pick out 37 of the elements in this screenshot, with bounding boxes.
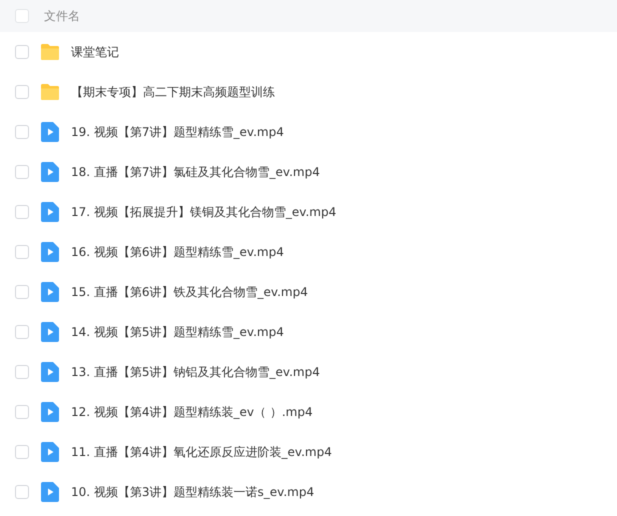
- video-file-icon: [41, 282, 59, 302]
- checkbox[interactable]: [15, 245, 29, 259]
- checkbox[interactable]: [15, 325, 29, 339]
- checkbox[interactable]: [15, 125, 29, 139]
- file-name[interactable]: 13. 直播【第5讲】钠铝及其化合物雪_ev.mp4: [71, 364, 320, 380]
- folder-icon: [40, 43, 60, 61]
- checkbox[interactable]: [15, 365, 29, 379]
- checkbox[interactable]: [15, 205, 29, 219]
- checkbox[interactable]: [15, 9, 29, 23]
- file-name[interactable]: 10. 视频【第3讲】题型精练装一诺s_ev.mp4: [71, 484, 314, 500]
- file-name[interactable]: 课堂笔记: [71, 44, 119, 60]
- video-file-icon: [41, 442, 59, 462]
- file-name[interactable]: 【期末专项】高二下期末高频题型训练: [71, 84, 275, 100]
- video-file-icon: [41, 402, 59, 422]
- checkbox[interactable]: [15, 45, 29, 59]
- folder-icon: [40, 83, 60, 101]
- video-file-icon: [41, 202, 59, 222]
- checkbox[interactable]: [15, 165, 29, 179]
- video-file-icon: [41, 362, 59, 382]
- checkbox[interactable]: [15, 485, 29, 499]
- file-name[interactable]: 14. 视频【第5讲】题型精练雪_ev.mp4: [71, 324, 284, 340]
- file-name[interactable]: 12. 视频【第4讲】题型精练装_ev（ ）.mp4: [71, 404, 313, 420]
- checkbox[interactable]: [15, 85, 29, 99]
- video-file-icon: [41, 122, 59, 142]
- video-file-icon: [41, 162, 59, 182]
- file-name[interactable]: 18. 直播【第7讲】氯硅及其化合物雪_ev.mp4: [71, 164, 320, 180]
- file-name[interactable]: 11. 直播【第4讲】氧化还原反应进阶装_ev.mp4: [71, 444, 332, 460]
- checkbox[interactable]: [15, 405, 29, 419]
- checkbox[interactable]: [15, 445, 29, 459]
- video-file-icon: [41, 482, 59, 502]
- file-name[interactable]: 15. 直播【第6讲】铁及其化合物雪_ev.mp4: [71, 284, 308, 300]
- video-file-icon: [41, 322, 59, 342]
- file-name[interactable]: 16. 视频【第6讲】题型精练雪_ev.mp4: [71, 244, 284, 260]
- video-file-icon: [41, 242, 59, 262]
- checkbox[interactable]: [15, 285, 29, 299]
- file-name[interactable]: 19. 视频【第7讲】题型精练雪_ev.mp4: [71, 124, 284, 140]
- file-name[interactable]: 17. 视频【拓展提升】镁铜及其化合物雪_ev.mp4: [71, 204, 336, 220]
